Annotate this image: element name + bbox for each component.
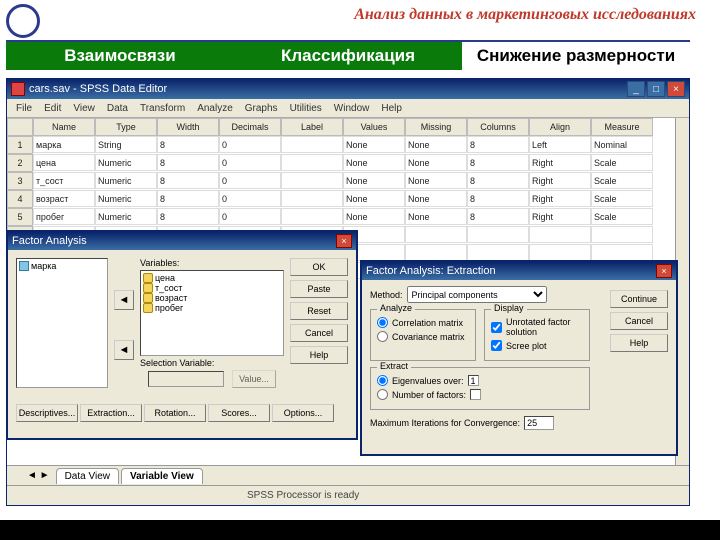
col-columns[interactable]: Columns bbox=[467, 118, 529, 136]
fa-dialog-title: Factor Analysis bbox=[12, 235, 336, 247]
paste-button[interactable]: Paste bbox=[290, 280, 348, 298]
reset-button[interactable]: Reset bbox=[290, 302, 348, 320]
tab-relations: Взаимосвязи bbox=[6, 42, 234, 70]
slide-title: Анализ данных в маркетинговых исследован… bbox=[354, 6, 696, 24]
extract-group: Extract Eigenvalues over: Number of fact… bbox=[370, 367, 590, 410]
fa-source-list[interactable]: марка bbox=[16, 258, 108, 388]
col-type[interactable]: Type bbox=[95, 118, 157, 136]
spss-title: cars.sav - SPSS Data Editor bbox=[29, 83, 623, 95]
scale-var-icon bbox=[143, 293, 153, 303]
ok-button[interactable]: OK bbox=[290, 258, 348, 276]
move-variable-button[interactable]: ◄ bbox=[114, 290, 134, 310]
options-button[interactable]: Options... bbox=[272, 404, 334, 422]
numfactors-radio[interactable] bbox=[377, 389, 388, 400]
covariance-radio[interactable] bbox=[377, 331, 388, 342]
minimize-button[interactable]: _ bbox=[627, 81, 645, 97]
scree-checkbox[interactable] bbox=[491, 340, 502, 351]
col-label[interactable]: Label bbox=[281, 118, 343, 136]
status-text: SPSS Processor is ready bbox=[247, 490, 359, 501]
ext-cancel-button[interactable]: Cancel bbox=[610, 312, 668, 330]
col-decimals[interactable]: Decimals bbox=[219, 118, 281, 136]
col-values[interactable]: Values bbox=[343, 118, 405, 136]
col-measure[interactable]: Measure bbox=[591, 118, 653, 136]
selection-variable-field[interactable] bbox=[148, 371, 224, 387]
tab-classification: Классификация bbox=[234, 42, 462, 70]
slide-tabs: Взаимосвязи Классификация Снижение разме… bbox=[6, 42, 690, 70]
extraction-dialog: Factor Analysis: Extraction × Method: Pr… bbox=[360, 260, 678, 456]
close-button[interactable]: × bbox=[667, 81, 685, 97]
ext-help-button[interactable]: Help bbox=[610, 334, 668, 352]
menu-utilities[interactable]: Utilities bbox=[285, 102, 327, 115]
tab-data-view[interactable]: Data View bbox=[56, 468, 119, 484]
menu-analyze[interactable]: Analyze bbox=[192, 102, 238, 115]
variables-label: Variables: bbox=[140, 258, 284, 268]
col-width[interactable]: Width bbox=[157, 118, 219, 136]
menu-graphs[interactable]: Graphs bbox=[240, 102, 283, 115]
extraction-button[interactable]: Extraction... bbox=[80, 404, 142, 422]
menu-view[interactable]: View bbox=[68, 102, 100, 115]
ext-dialog-title: Factor Analysis: Extraction bbox=[366, 265, 656, 277]
tab-variable-view[interactable]: Variable View bbox=[121, 468, 203, 484]
menu-window[interactable]: Window bbox=[329, 102, 375, 115]
method-select[interactable]: Principal components bbox=[407, 286, 547, 303]
display-group: Display Unrotated factor solution Scree … bbox=[484, 309, 590, 361]
ext-close-button[interactable]: × bbox=[656, 264, 672, 278]
view-tabs: ◄ ► Data View Variable View bbox=[7, 465, 689, 485]
maximize-button[interactable]: □ bbox=[647, 81, 665, 97]
menu-help[interactable]: Help bbox=[376, 102, 407, 115]
unrotated-checkbox[interactable] bbox=[491, 322, 502, 333]
menu-file[interactable]: File bbox=[11, 102, 37, 115]
status-bar: SPSS Processor is ready bbox=[7, 485, 689, 505]
numfactors-field[interactable] bbox=[470, 389, 481, 400]
maxiter-field[interactable] bbox=[524, 416, 554, 430]
help-button[interactable]: Help bbox=[290, 346, 348, 364]
col-name[interactable]: Name bbox=[33, 118, 95, 136]
scale-var-icon bbox=[143, 303, 153, 313]
fa-variables-list[interactable]: цена т_сост возраст пробег bbox=[140, 270, 284, 356]
spss-app-icon bbox=[11, 82, 25, 96]
value-button[interactable]: Value... bbox=[232, 370, 276, 388]
rotation-button[interactable]: Rotation... bbox=[144, 404, 206, 422]
fa-close-button[interactable]: × bbox=[336, 234, 352, 248]
spss-titlebar: cars.sav - SPSS Data Editor _ □ × bbox=[7, 79, 689, 99]
analyze-group: Analyze Correlation matrix Covariance ma… bbox=[370, 309, 476, 361]
selection-variable-label: Selection Variable: bbox=[140, 358, 284, 368]
scale-var-icon bbox=[143, 283, 153, 293]
col-missing[interactable]: Missing bbox=[405, 118, 467, 136]
scores-button[interactable]: Scores... bbox=[208, 404, 270, 422]
correlation-radio[interactable] bbox=[377, 317, 388, 328]
col-align[interactable]: Align bbox=[529, 118, 591, 136]
eigenvalues-field[interactable] bbox=[468, 375, 479, 386]
eigenvalues-radio[interactable] bbox=[377, 375, 388, 386]
factor-analysis-dialog: Factor Analysis × марка ◄ ◄ Variables: ц… bbox=[6, 230, 358, 440]
string-var-icon bbox=[19, 261, 29, 271]
cancel-button[interactable]: Cancel bbox=[290, 324, 348, 342]
descriptives-button[interactable]: Descriptives... bbox=[16, 404, 78, 422]
tab-dimensionality: Снижение размерности bbox=[462, 42, 690, 70]
continue-button[interactable]: Continue bbox=[610, 290, 668, 308]
menu-bar: File Edit View Data Transform Analyze Gr… bbox=[7, 99, 689, 117]
logo-icon bbox=[6, 4, 40, 38]
method-label: Method: bbox=[370, 290, 403, 300]
menu-data[interactable]: Data bbox=[102, 102, 133, 115]
scale-var-icon bbox=[143, 273, 153, 283]
menu-edit[interactable]: Edit bbox=[39, 102, 66, 115]
move-selection-button[interactable]: ◄ bbox=[114, 340, 134, 360]
menu-transform[interactable]: Transform bbox=[135, 102, 190, 115]
maxiter-label: Maximum Iterations for Convergence: bbox=[370, 418, 520, 428]
